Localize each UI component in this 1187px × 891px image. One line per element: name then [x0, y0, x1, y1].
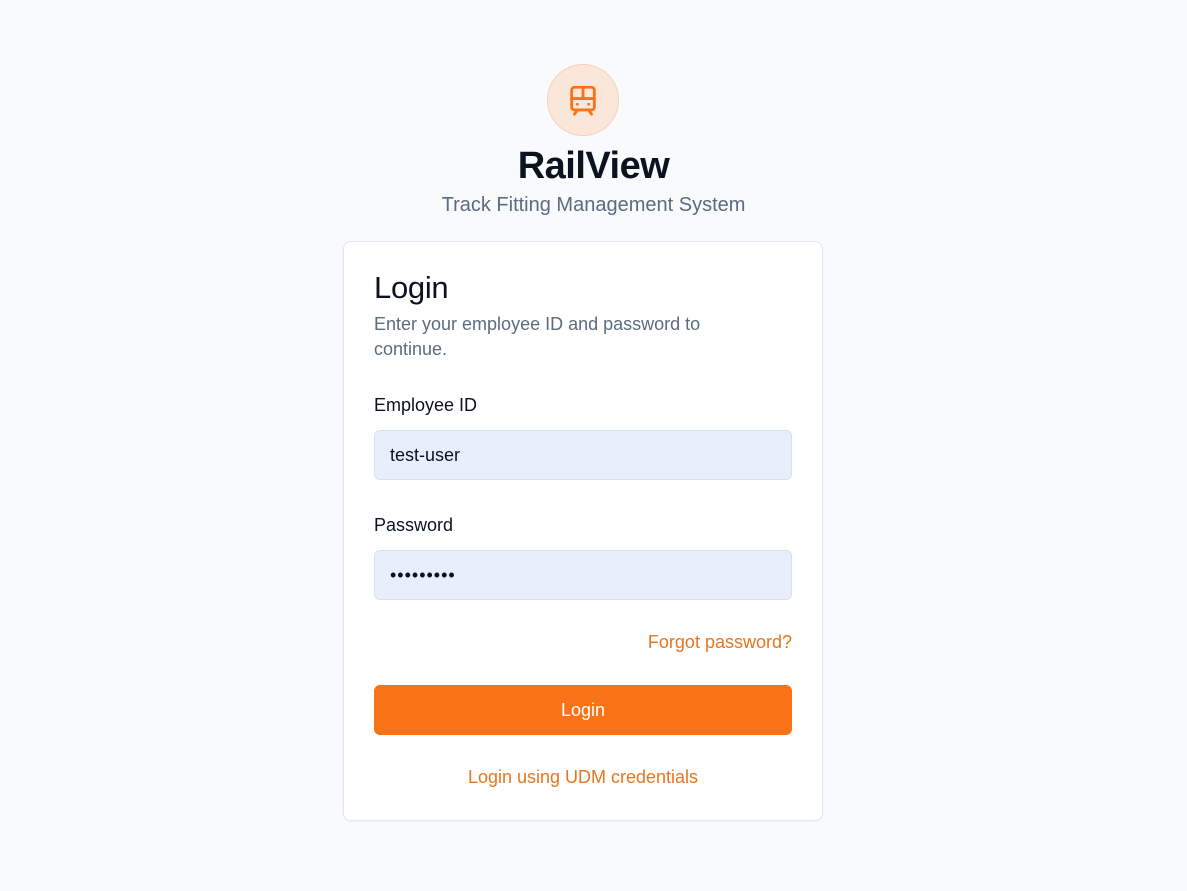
login-description: Enter your employee ID and password to c… — [374, 314, 701, 359]
employee-id-input[interactable] — [374, 430, 792, 480]
app-subtitle: Track Fitting Management System — [441, 194, 746, 216]
employee-id-label: Employee ID — [374, 395, 478, 415]
login-card: Login Enter your employee ID and passwor… — [343, 241, 823, 821]
app-title: RailView — [517, 145, 670, 187]
logo-badge — [547, 64, 619, 136]
forgot-password-link[interactable]: Forgot password? — [648, 632, 792, 653]
login-button[interactable]: Login — [374, 685, 792, 735]
password-input[interactable] — [374, 550, 792, 600]
udm-login-link[interactable]: Login using UDM credentials — [344, 767, 822, 788]
login-title: Login — [374, 270, 449, 305]
password-label: Password — [374, 515, 454, 535]
train-icon — [570, 85, 596, 116]
